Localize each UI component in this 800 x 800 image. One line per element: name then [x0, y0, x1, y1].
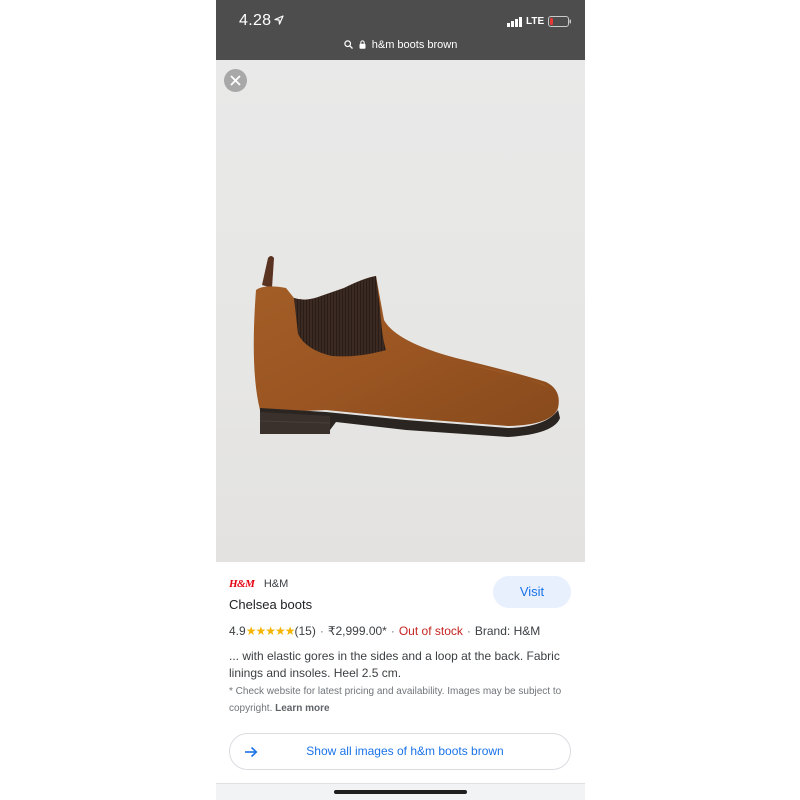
show-all-images-label: Show all images of h&m boots brown — [306, 744, 504, 758]
product-description: ... with elastic gores in the sides and … — [229, 649, 560, 680]
boot-image — [253, 256, 560, 437]
signal-bars-icon — [507, 17, 522, 27]
address-bar[interactable]: h&m boots brown — [216, 39, 585, 51]
availability: Out of stock — [398, 624, 463, 638]
merchant-name: H&M — [263, 578, 289, 590]
separator: · — [466, 624, 471, 638]
lock-icon — [359, 40, 366, 49]
product-image[interactable] — [216, 60, 585, 562]
merchant-row[interactable]: H&M H&M — [229, 574, 289, 590]
product-title[interactable]: Chelsea boots — [229, 597, 312, 612]
separator: · — [390, 624, 395, 638]
review-count: (15) — [294, 624, 316, 638]
show-all-images-button[interactable]: Show all images of h&m boots brown — [229, 733, 571, 770]
disclaimer: * Check website for latest pricing and a… — [229, 683, 574, 717]
address-text: h&m boots brown — [371, 39, 458, 51]
bottom-bar — [216, 783, 585, 800]
price: ₹2,999.00* — [327, 624, 387, 638]
rating-value: 4.9 — [229, 624, 246, 638]
brand-info: Brand: H&M — [474, 624, 541, 638]
search-icon — [343, 40, 353, 49]
learn-more-link[interactable]: Learn more — [275, 703, 329, 714]
rating-stars-icon: ★★★★★ — [245, 624, 296, 638]
battery-icon — [548, 16, 571, 27]
separator: · — [319, 624, 324, 638]
location-arrow-icon — [274, 15, 284, 25]
status-bar: 4.28 LTE h&m boots brown — [216, 0, 585, 60]
product-meta: 4.9★★★★★(15) · ₹2,999.00* · Out of stock · Bra… — [229, 624, 540, 638]
product-panel: H&M H&M Chelsea boots Visit 4.9★★★★★(15)… — [216, 562, 585, 800]
phone-screen: 4.28 LTE h&m boots brown H&M H&M Chelsea… — [216, 0, 585, 800]
close-button[interactable] — [224, 69, 247, 92]
close-icon — [230, 75, 241, 86]
network-type: LTE — [526, 16, 545, 27]
hm-logo: H&M — [229, 578, 255, 590]
visit-button[interactable]: Visit — [493, 576, 571, 608]
home-indicator[interactable] — [334, 790, 467, 794]
status-time: 4.28 — [239, 12, 272, 29]
